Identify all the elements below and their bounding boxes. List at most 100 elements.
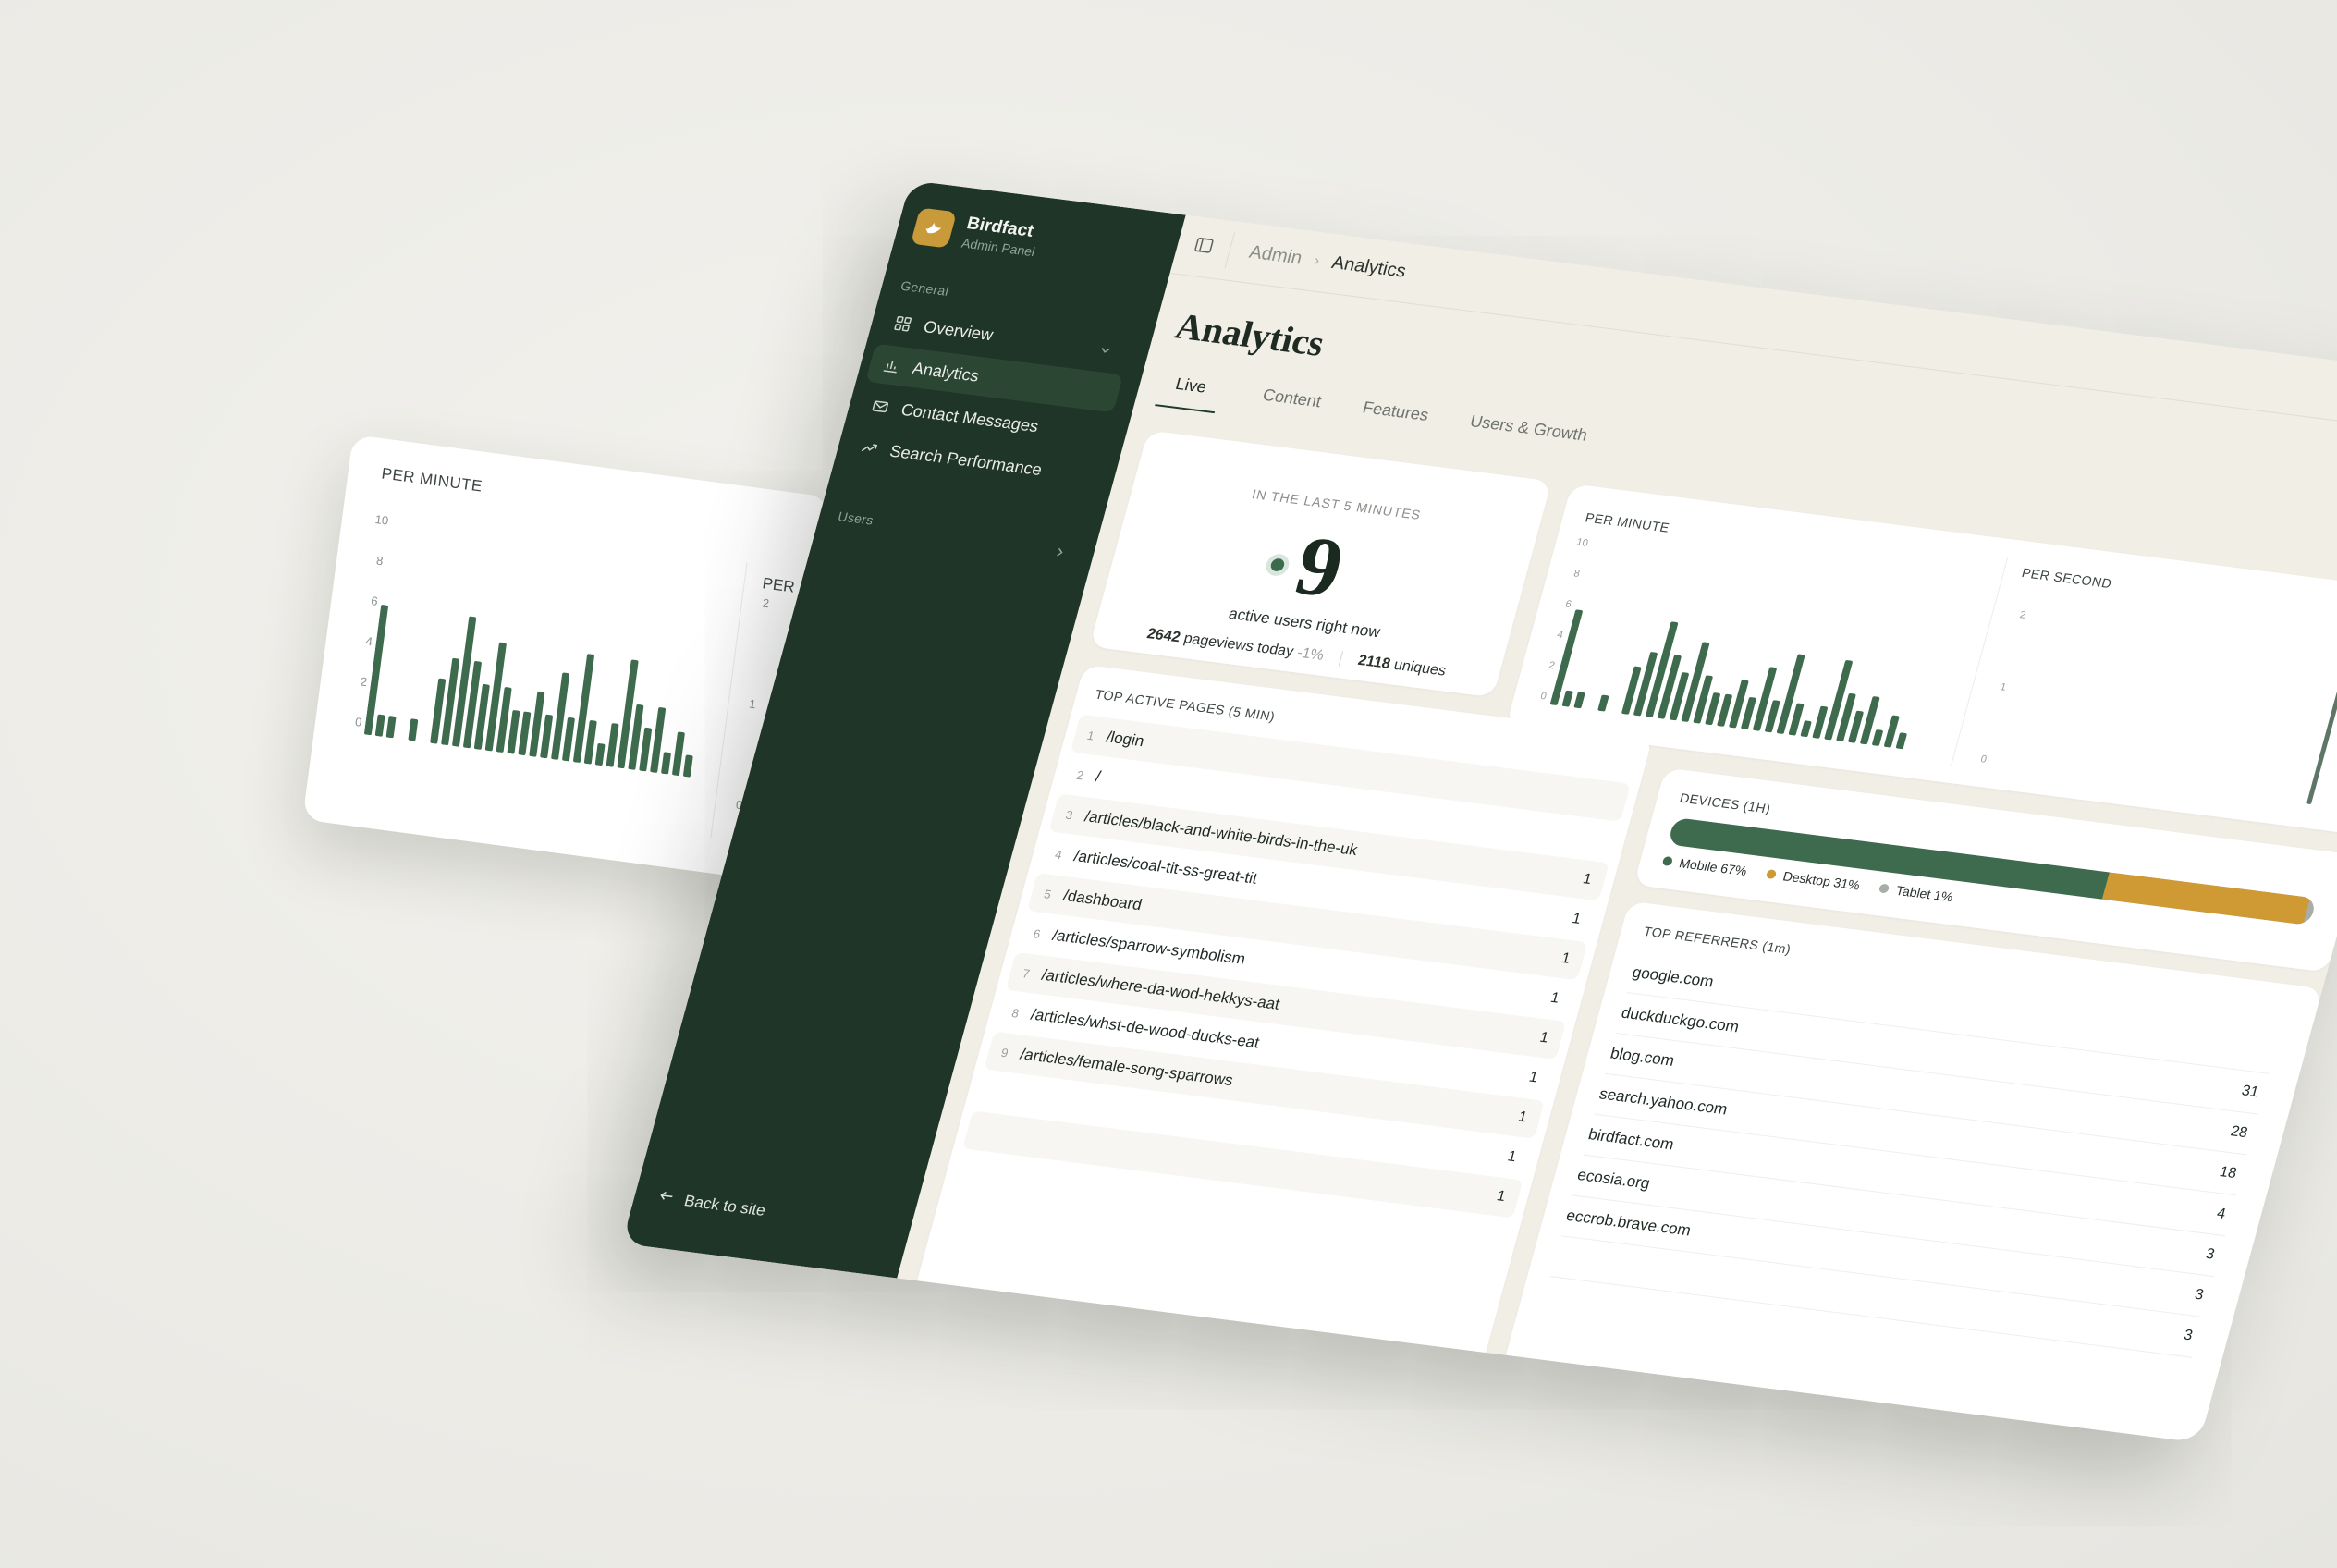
arrow-left-icon: [656, 1188, 676, 1208]
device-segment: [2101, 872, 2311, 925]
y-tick: 2: [360, 674, 369, 690]
admin-window: Birdfact Admin Panel General Overview An…: [621, 180, 2337, 1443]
back-to-site-link[interactable]: Back to site: [656, 1188, 768, 1220]
page-count: 1: [1570, 911, 1584, 927]
per-minute-bar: [1895, 732, 1907, 750]
per-second-bar: [2124, 781, 2129, 782]
legend-label: Desktop 31%: [1780, 868, 1862, 893]
chevron-right-icon[interactable]: [1052, 545, 1068, 563]
nav-group-users[interactable]: Users: [837, 508, 875, 527]
per-second-bar: [2158, 785, 2162, 786]
background-bar: [606, 723, 619, 767]
per-second-bar: [2092, 777, 2097, 778]
y-tick: 6: [370, 594, 379, 608]
background-bar: [540, 714, 553, 759]
y-tick: 1: [1999, 681, 2008, 693]
referrer-count: [2270, 1053, 2275, 1054]
bar-chart-icon: [879, 354, 905, 376]
bird-logo-icon: [910, 207, 958, 249]
background-chart-title: PER MINUTE: [380, 464, 483, 496]
per-second-bar: [2141, 783, 2146, 784]
top-pages-list: 1/login 2/3/articles/black-and-white-bird…: [962, 714, 1632, 1220]
page-rank: 4: [1053, 847, 1064, 862]
y-tick: 4: [364, 633, 373, 649]
scene: PER MINUTE PER 10 8 6 4 2 0 2 1 0 Birdfa…: [0, 0, 2337, 1568]
per-second-title: PER SECOND: [2020, 565, 2114, 592]
sidebar-item-label: Contact Messages: [899, 399, 1041, 435]
brand[interactable]: Birdfact Admin Panel: [910, 207, 1043, 259]
legend-label: Mobile 67%: [1677, 855, 1749, 879]
tab-users-growth[interactable]: Users & Growth: [1464, 411, 1589, 459]
page-count: 1: [1495, 1188, 1508, 1206]
background-bar: [672, 731, 685, 776]
per-second-bar: [2306, 655, 2337, 804]
legend-label: Tablet 1%: [1894, 882, 1955, 905]
background-bar: [397, 739, 404, 740]
background-bar: [583, 720, 597, 765]
background-bar: [408, 718, 419, 741]
page-count: 1: [1527, 1069, 1540, 1086]
page-count: 1: [1581, 871, 1594, 888]
per-minute-bar: [1609, 712, 1617, 713]
nav-group-general: General: [899, 277, 951, 299]
y-tick: 2: [1547, 659, 1557, 672]
referrer-count: 31: [2239, 1083, 2261, 1101]
pageviews-count: 2642: [1144, 626, 1182, 646]
per-minute-title: PER MINUTE: [1584, 509, 1671, 535]
grid-icon: [890, 312, 916, 335]
breadcrumb-analytics: Analytics: [1329, 252, 1409, 282]
page-rank: 8: [1009, 1005, 1022, 1021]
referrer-name: duckduckgo.com: [1619, 1003, 1742, 1036]
page-count: 1: [1516, 1109, 1529, 1126]
sidebar-toggle-icon[interactable]: [1192, 235, 1216, 260]
page-count: 1: [1560, 950, 1572, 967]
y-tick: 2: [2018, 609, 2027, 621]
top-referrers-list: google.com duckduckgo.com 31 blog.com 28 sear…: [1549, 952, 2281, 1358]
page-title: Analytics: [1170, 304, 1329, 364]
trend-icon: [856, 437, 882, 459]
sidebar-item-label: Search Performance: [887, 441, 1045, 479]
top-referrers-title: TOP REFERRERS (1m): [1642, 924, 1793, 957]
background-bar: [661, 752, 671, 775]
tab-content[interactable]: Content: [1256, 386, 1324, 426]
y-tick: 0: [1979, 753, 1988, 766]
background-bar: [385, 716, 397, 739]
per-second-bar: [2224, 793, 2229, 794]
page-count: 1: [1537, 1029, 1551, 1047]
referrer-name: search.yahoo.com: [1597, 1084, 1730, 1119]
y-tick: 2: [761, 595, 770, 611]
per-second-bar: [2075, 775, 2080, 776]
page-rank: 2: [1074, 767, 1085, 782]
page-rank: 9: [999, 1045, 1010, 1060]
per-minute-chart: [1549, 609, 1907, 750]
live-users-card: IN THE LAST 5 MINUTES 9 active users rig…: [1089, 430, 1552, 698]
per-second-bar: [1993, 765, 1998, 766]
y-tick: 6: [1563, 598, 1573, 611]
breadcrumb: Admin › Analytics: [1247, 242, 1409, 283]
back-to-site-label: Back to site: [682, 1191, 768, 1219]
breadcrumb-admin[interactable]: Admin: [1247, 242, 1304, 270]
y-tick: 10: [1574, 536, 1590, 549]
page-rank: 1: [1085, 728, 1096, 742]
per-second-bar: [2257, 798, 2261, 799]
background-bar: [419, 741, 426, 742]
pageviews-label: pageviews today: [1181, 631, 1296, 660]
per-second-bar: [2042, 770, 2047, 771]
per-minute-bar: [1800, 720, 1812, 738]
sidebar-item-label: Overview: [922, 316, 996, 344]
tab-features[interactable]: Features: [1356, 398, 1431, 440]
referrer-name: birdfact.com: [1586, 1125, 1676, 1154]
background-bar: [639, 727, 653, 772]
referrer-count: 3: [2204, 1246, 2217, 1263]
background-per-minute-bars: [364, 605, 693, 778]
referrer-name: ecosia.org: [1575, 1166, 1652, 1193]
y-tick: 8: [375, 553, 385, 569]
page-rank: [978, 1090, 1009, 1094]
chevron-down-icon[interactable]: [1097, 340, 1113, 361]
devices-title: DEVICES (1H): [1678, 790, 1773, 816]
per-minute-bar: [1585, 709, 1593, 710]
tab-live[interactable]: Live: [1155, 372, 1224, 414]
per-second-bar: [2109, 778, 2113, 779]
background-bar: [518, 711, 532, 756]
per-second-chart: [1993, 655, 2337, 804]
